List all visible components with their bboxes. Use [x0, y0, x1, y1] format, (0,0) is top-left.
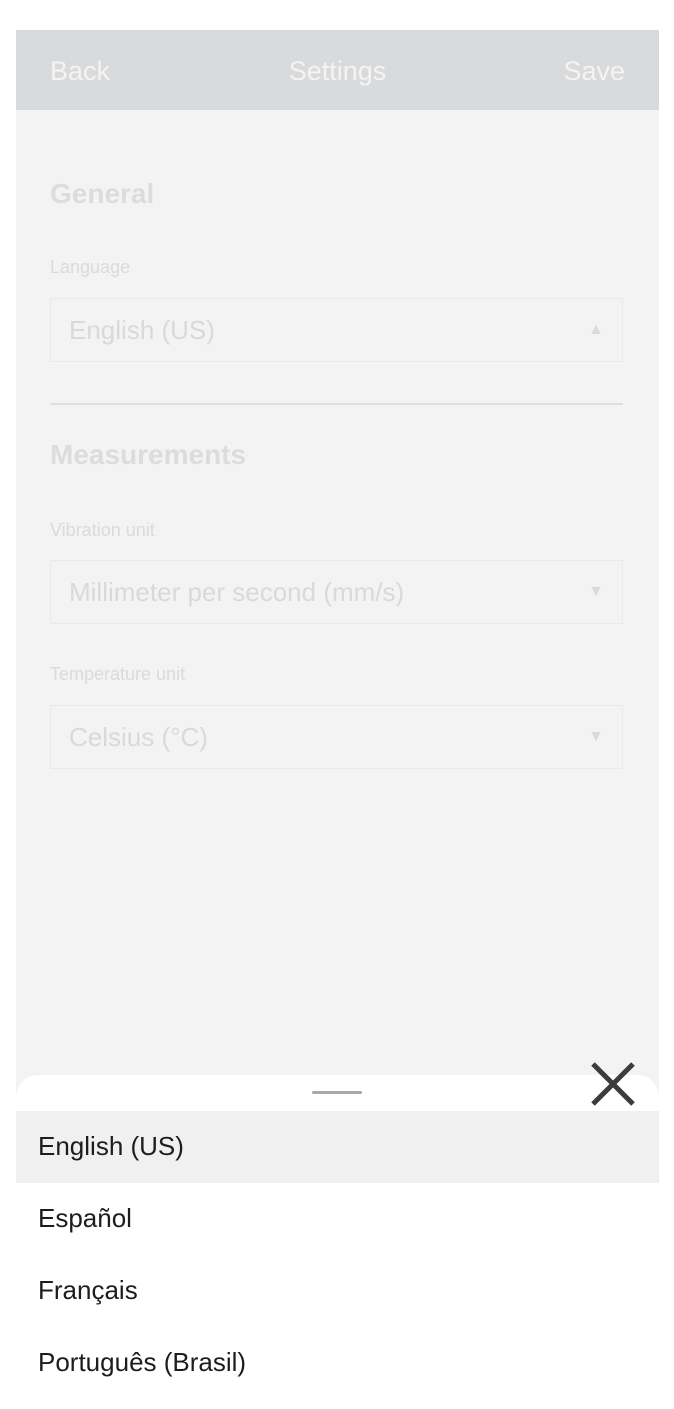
language-option-label: Português (Brasil)	[38, 1347, 247, 1377]
settings-screen: Back Settings Save General Language Engl…	[16, 30, 659, 1409]
measurements-section-title: Measurements	[50, 439, 247, 470]
temperature-unit-value: Celsius (°C)	[69, 722, 208, 752]
save-button[interactable]: Save	[563, 56, 625, 87]
language-option-label: Français	[38, 1275, 138, 1305]
header-bar: Back Settings Save	[16, 30, 659, 110]
language-option-english[interactable]: English (US)	[16, 1111, 659, 1183]
close-icon[interactable]	[587, 1058, 639, 1110]
language-option-label: English (US)	[38, 1131, 184, 1161]
language-label: Language	[50, 257, 131, 277]
language-select[interactable]: English (US) ▲	[50, 298, 623, 362]
caret-down-icon: ▼	[588, 583, 604, 600]
language-option-spanish[interactable]: Español	[16, 1183, 659, 1255]
vibration-unit-value: Millimeter per second (mm/s)	[69, 577, 405, 607]
language-option-french[interactable]: Français	[16, 1255, 659, 1327]
caret-up-icon: ▲	[588, 321, 604, 338]
vibration-unit-label: Vibration unit	[50, 520, 155, 540]
sheet-drag-handle[interactable]	[312, 1091, 362, 1094]
screen: Back Settings Save General Language Engl…	[0, 0, 674, 1409]
temperature-unit-label: Temperature unit	[50, 664, 186, 684]
caret-down-icon: ▼	[588, 728, 604, 745]
language-bottom-sheet: English (US) Español Français Português …	[16, 1075, 659, 1409]
section-divider	[50, 403, 623, 405]
language-select-value: English (US)	[69, 315, 215, 345]
vibration-unit-select[interactable]: Millimeter per second (mm/s) ▼	[50, 560, 623, 624]
temperature-unit-select[interactable]: Celsius (°C) ▼	[50, 705, 623, 769]
language-option-portuguese[interactable]: Português (Brasil)	[16, 1327, 659, 1399]
general-section-title: General	[50, 178, 155, 209]
language-option-label: Español	[38, 1203, 132, 1233]
